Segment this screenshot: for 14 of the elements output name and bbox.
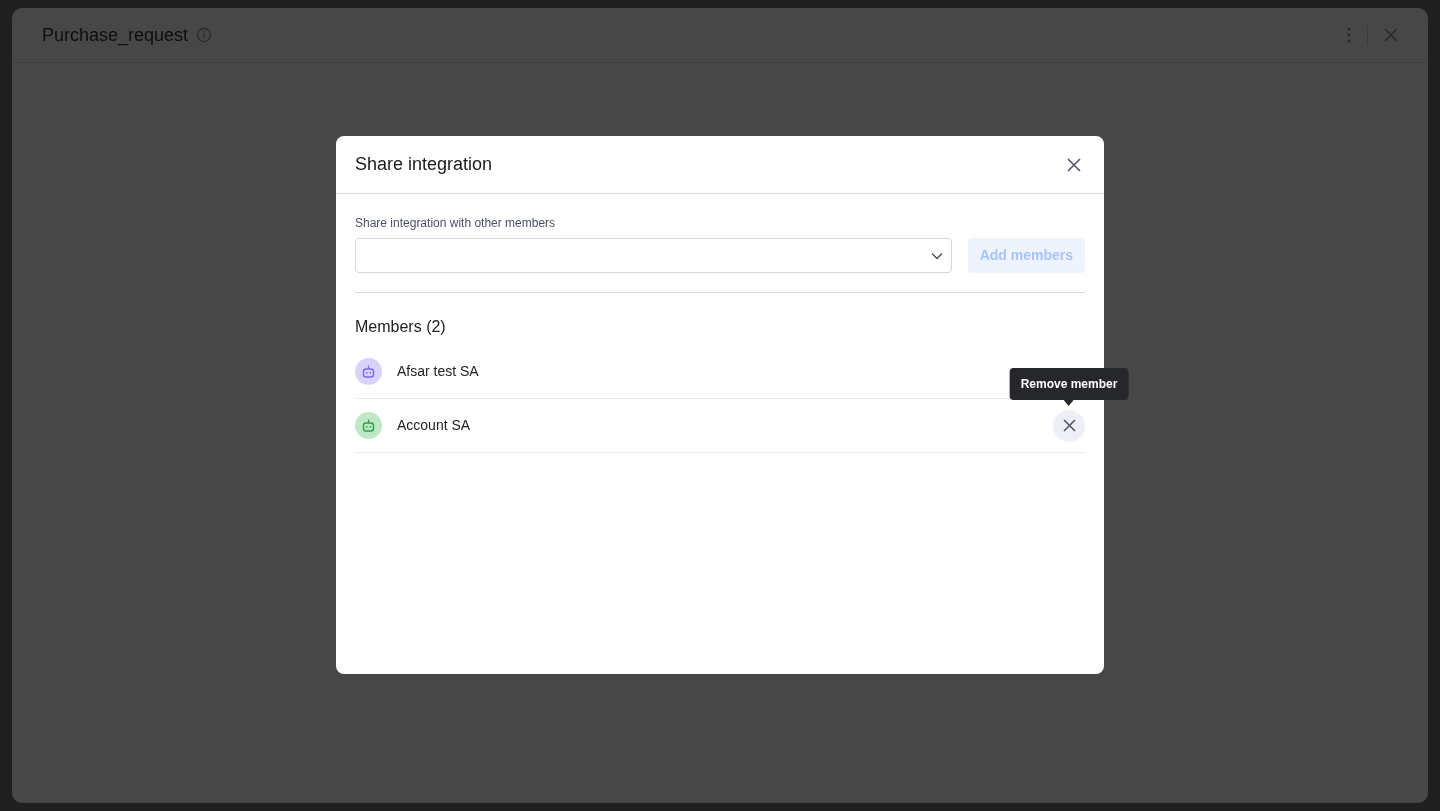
field-label: Share integration with other members	[355, 215, 557, 232]
window-title: Purchase_request	[42, 23, 189, 48]
member-select[interactable]	[355, 238, 952, 273]
remove-member-button[interactable]	[1053, 409, 1085, 442]
close-icon	[1062, 419, 1076, 432]
member-name: Afsar test SA	[397, 362, 479, 381]
members-heading: Members (2)	[355, 317, 447, 337]
member-name: Account SA	[397, 416, 471, 435]
close-icon[interactable]	[1384, 28, 1398, 42]
info-icon[interactable]	[196, 27, 213, 43]
tooltip-arrow-icon	[1064, 399, 1074, 406]
dialog-title: Share integration	[355, 153, 493, 176]
chevron-down-icon	[930, 251, 943, 260]
tooltip: Remove member	[1009, 367, 1129, 406]
